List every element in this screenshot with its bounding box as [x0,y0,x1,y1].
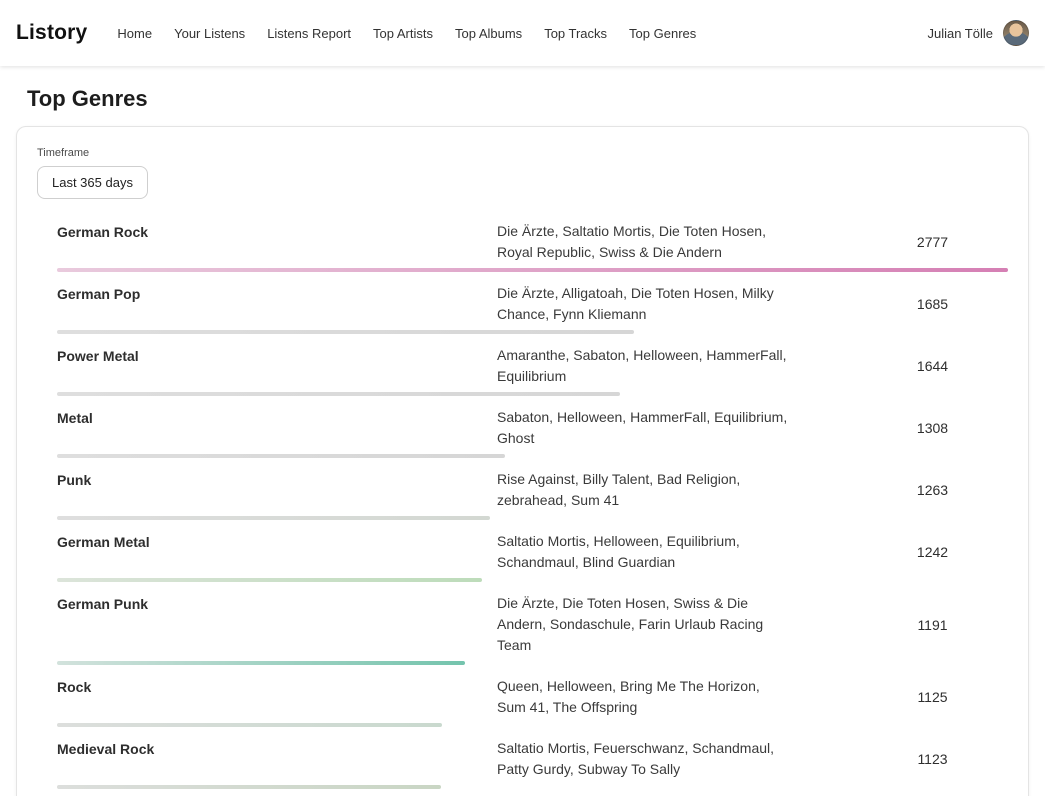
genre-count: 1308 [857,420,1008,436]
genre-progress-bar [57,392,620,396]
page-title: Top Genres [27,86,1018,112]
nav-item-top-artists[interactable]: Top Artists [373,26,433,41]
genre-artists: Rise Against, Billy Talent, Bad Religion… [497,469,792,511]
main-nav: Home Your Listens Listens Report Top Art… [117,26,927,41]
genre-count: 1242 [857,544,1008,560]
timeframe-label: Timeframe [37,147,1008,159]
genre-count: 1263 [857,482,1008,498]
nav-item-listens-report[interactable]: Listens Report [267,26,351,41]
genre-name: Medieval Rock [57,738,497,759]
app-logo[interactable]: Listory [16,21,87,45]
genre-count: 1644 [857,358,1008,374]
genre-name: Rock [57,676,497,697]
genre-row[interactable]: German Rock Die Ärzte, Saltatio Mortis, … [57,215,1008,277]
user-name[interactable]: Julian Tölle [927,26,993,41]
genre-row[interactable]: Punk Rise Against, Billy Talent, Bad Rel… [57,463,1008,525]
top-navigation: Listory Home Your Listens Listens Report… [0,0,1045,66]
genre-progress-bar [57,268,1008,272]
genre-count: 1685 [857,296,1008,312]
genre-row[interactable]: Medieval Rock Saltatio Mortis, Feuerschw… [57,732,1008,794]
genre-artists: Saltatio Mortis, Feuerschwanz, Schandmau… [497,738,792,780]
genre-row[interactable]: German Punk Die Ärzte, Die Toten Hosen, … [57,587,1008,670]
genre-name: German Metal [57,531,497,552]
genre-progress-bar [57,516,490,520]
genre-artists: Die Ärzte, Saltatio Mortis, Die Toten Ho… [497,221,792,263]
genre-artists: Die Ärzte, Die Toten Hosen, Swiss & Die … [497,593,792,656]
genre-progress-bar [57,723,442,727]
user-avatar[interactable] [1003,20,1029,46]
main-content: Top Genres Timeframe Last 365 days Germa… [0,86,1045,796]
genre-rows: German Rock Die Ärzte, Saltatio Mortis, … [57,215,1008,796]
nav-item-top-genres[interactable]: Top Genres [629,26,696,41]
genre-row[interactable]: German Metal Saltatio Mortis, Helloween,… [57,525,1008,587]
genre-artists: Amaranthe, Sabaton, Helloween, HammerFal… [497,345,792,387]
nav-item-top-tracks[interactable]: Top Tracks [544,26,607,41]
genre-row[interactable]: Power Metal Amaranthe, Sabaton, Hellowee… [57,339,1008,401]
nav-item-your-listens[interactable]: Your Listens [174,26,245,41]
user-menu[interactable]: Julian Tölle [927,20,1029,46]
genre-progress-bar [57,661,465,665]
genre-progress-bar [57,578,482,582]
genre-artists: Queen, Helloween, Bring Me The Horizon, … [497,676,792,718]
genre-row[interactable]: Rock Queen, Helloween, Bring Me The Hori… [57,670,1008,732]
genre-table: German Rock Die Ärzte, Saltatio Mortis, … [57,215,1008,796]
genre-count: 1125 [857,689,1008,705]
genre-count: 2777 [857,234,1008,250]
top-genres-card: Timeframe Last 365 days German Rock Die … [16,126,1029,796]
genre-row[interactable]: German Pop Die Ärzte, Alligatoah, Die To… [57,277,1008,339]
genre-progress-bar [57,454,505,458]
genre-name: German Rock [57,221,497,242]
genre-artists: Die Ärzte, Alligatoah, Die Toten Hosen, … [497,283,792,325]
genre-name: German Punk [57,593,497,614]
nav-item-top-albums[interactable]: Top Albums [455,26,522,41]
genre-name: Power Metal [57,345,497,366]
genre-progress-bar [57,330,634,334]
nav-item-home[interactable]: Home [117,26,152,41]
genre-artists: Saltatio Mortis, Helloween, Equilibrium,… [497,531,792,573]
genre-name: Punk [57,469,497,490]
genre-progress-bar [57,785,441,789]
genre-row[interactable]: Metal Sabaton, Helloween, HammerFall, Eq… [57,401,1008,463]
genre-name: Metal [57,407,497,428]
timeframe-select[interactable]: Last 365 days [37,166,148,199]
genre-count: 1123 [857,751,1008,767]
genre-artists: Sabaton, Helloween, HammerFall, Equilibr… [497,407,792,449]
genre-name: German Pop [57,283,497,304]
genre-count: 1191 [857,617,1008,633]
